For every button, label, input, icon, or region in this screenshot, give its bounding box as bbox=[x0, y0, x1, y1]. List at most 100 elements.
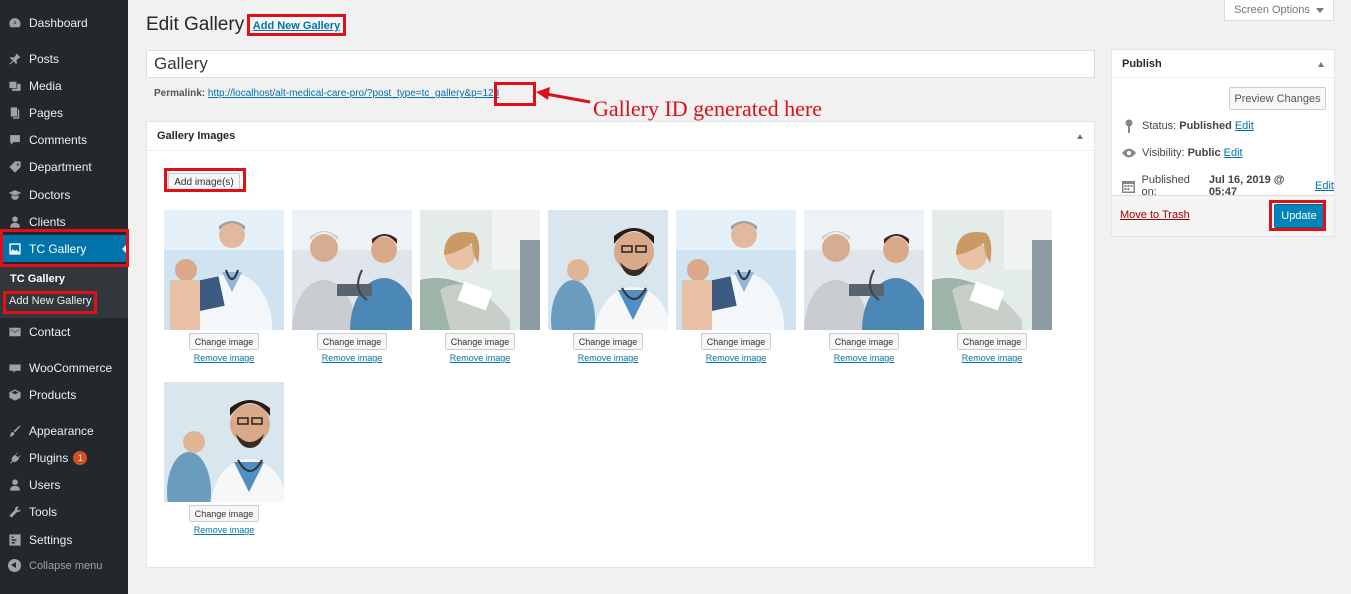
edit-visibility-link[interactable]: Edit bbox=[1224, 147, 1243, 159]
sidebar-item-department[interactable]: Department bbox=[0, 153, 128, 180]
collapse-menu-button[interactable]: Collapse menu bbox=[0, 552, 128, 579]
change-image-button[interactable]: Change image bbox=[189, 333, 259, 350]
change-image-button[interactable]: Change image bbox=[957, 333, 1027, 350]
page-title: Edit Gallery bbox=[146, 14, 245, 35]
sidebar-item-users[interactable]: Users bbox=[0, 471, 128, 498]
sidebar-item-comments[interactable]: Comments bbox=[0, 126, 128, 153]
pin-icon bbox=[8, 52, 22, 66]
post-title-input[interactable]: Gallery bbox=[146, 50, 1095, 78]
permalink-label: Permalink: bbox=[154, 88, 206, 99]
update-button[interactable]: Update bbox=[1274, 204, 1324, 228]
add-images-button[interactable]: Add image(s) bbox=[168, 173, 240, 191]
gallery-image-doctor-checking-blood-pressure bbox=[292, 210, 412, 330]
comment-icon bbox=[8, 133, 22, 147]
users-icon bbox=[8, 478, 22, 492]
plugins-update-badge: 1 bbox=[73, 450, 88, 465]
screen-options-button[interactable]: Screen Options bbox=[1224, 0, 1334, 21]
gallery-submenu: TC Gallery Add New Gallery bbox=[0, 265, 128, 318]
toggle-panel-icon[interactable] bbox=[1318, 62, 1324, 67]
status-value: Published bbox=[1179, 120, 1232, 132]
change-image-button[interactable]: Change image bbox=[573, 333, 643, 350]
change-image-button[interactable]: Change image bbox=[189, 505, 259, 522]
remove-image-link[interactable]: Remove image bbox=[804, 353, 924, 363]
status-row: Status: Published Edit bbox=[1122, 119, 1254, 133]
change-image-button[interactable]: Change image bbox=[701, 333, 771, 350]
gallery-image-smiling-doctor-with-stethoscope bbox=[548, 210, 668, 330]
sidebar-item-plugins[interactable]: Plugins 1 bbox=[0, 444, 128, 471]
publish-header[interactable]: Publish bbox=[1112, 50, 1334, 78]
add-new-gallery-button[interactable]: Add New Gallery bbox=[250, 17, 343, 35]
gallery-thumb: Change image Remove image bbox=[292, 210, 412, 363]
remove-image-link[interactable]: Remove image bbox=[164, 353, 284, 363]
change-image-button[interactable]: Change image bbox=[317, 333, 387, 350]
pin-icon bbox=[1122, 119, 1136, 133]
sidebar-item-dashboard[interactable]: Dashboard bbox=[0, 9, 128, 36]
sidebar-item-appearance[interactable]: Appearance bbox=[0, 417, 128, 444]
preview-changes-button[interactable]: Preview Changes bbox=[1229, 87, 1326, 110]
sidebar-item-products[interactable]: Products bbox=[0, 381, 128, 408]
eye-icon bbox=[1122, 148, 1136, 158]
move-to-trash-link[interactable]: Move to Trash bbox=[1120, 209, 1190, 221]
change-image-button[interactable]: Change image bbox=[445, 333, 515, 350]
plug-icon bbox=[8, 451, 22, 465]
gallery-image-doctor-with-clipboard bbox=[164, 210, 284, 330]
gallery-image-smiling-patient-in-dental-chair bbox=[420, 210, 540, 330]
annotation-arrow bbox=[536, 87, 591, 104]
box-icon bbox=[8, 388, 22, 402]
annotation-label: Gallery ID generated here bbox=[593, 96, 823, 121]
admin-sidebar: Dashboard Posts Media Pages Comments Dep… bbox=[0, 0, 128, 594]
gallery-image-smiling-doctor-with-stethoscope bbox=[164, 382, 284, 502]
publish-metabox: Publish Preview Changes Status: Publishe… bbox=[1111, 49, 1335, 237]
active-arrow bbox=[122, 243, 128, 255]
user-icon bbox=[8, 215, 22, 229]
tag-icon bbox=[8, 160, 22, 174]
visibility-row: Visibility: Public Edit bbox=[1122, 147, 1243, 159]
sidebar-item-media[interactable]: Media bbox=[0, 72, 128, 99]
gallery-images-header[interactable]: Gallery Images bbox=[147, 122, 1094, 151]
publish-actions: Move to Trash Update bbox=[1112, 195, 1334, 236]
visibility-value: Public bbox=[1187, 147, 1221, 159]
remove-image-link[interactable]: Remove image bbox=[932, 353, 1052, 363]
permalink-link[interactable]: http://localhost/alt-medical-care-pro/?p… bbox=[208, 88, 499, 99]
gallery-thumb: Change image Remove image bbox=[164, 382, 284, 535]
sidebar-item-doctors[interactable]: Doctors bbox=[0, 181, 128, 208]
calendar-icon bbox=[1122, 180, 1136, 193]
pages-icon bbox=[8, 106, 22, 120]
sidebar-item-tools[interactable]: Tools bbox=[0, 498, 128, 525]
gallery-thumb: Change image Remove image bbox=[804, 210, 924, 363]
gallery-thumb: Change image Remove image bbox=[548, 210, 668, 363]
toggle-panel-icon[interactable] bbox=[1077, 134, 1083, 139]
sidebar-item-woocommerce[interactable]: WooCommerce bbox=[0, 354, 128, 381]
remove-image-link[interactable]: Remove image bbox=[548, 353, 668, 363]
woo-icon bbox=[8, 361, 22, 375]
sidebar-item-tc-gallery[interactable]: TC Gallery bbox=[0, 235, 128, 262]
media-icon bbox=[8, 79, 22, 93]
caret-down-icon bbox=[1315, 7, 1324, 13]
gallery-thumb: Change image Remove image bbox=[164, 210, 284, 363]
remove-image-link[interactable]: Remove image bbox=[292, 353, 412, 363]
edit-status-link[interactable]: Edit bbox=[1235, 120, 1254, 132]
sidebar-item-pages[interactable]: Pages bbox=[0, 99, 128, 126]
sidebar-item-settings[interactable]: Settings bbox=[0, 526, 128, 553]
gallery-thumb: Change image Remove image bbox=[420, 210, 540, 363]
collapse-icon bbox=[8, 559, 21, 572]
dashboard-icon bbox=[8, 16, 22, 30]
sidebar-item-contact[interactable]: Contact bbox=[0, 318, 128, 345]
submenu-item-add-new-gallery[interactable]: Add New Gallery bbox=[9, 295, 92, 307]
wrench-icon bbox=[8, 505, 22, 519]
edit-date-link[interactable]: Edit bbox=[1315, 180, 1334, 192]
remove-image-link[interactable]: Remove image bbox=[676, 353, 796, 363]
permalink-row: Permalink: http://localhost/alt-medical-… bbox=[154, 88, 499, 99]
gallery-image-doctor-with-clipboard bbox=[676, 210, 796, 330]
change-image-button[interactable]: Change image bbox=[829, 333, 899, 350]
remove-image-link[interactable]: Remove image bbox=[420, 353, 540, 363]
gallery-thumb: Change image Remove image bbox=[676, 210, 796, 363]
envelope-icon bbox=[8, 325, 22, 339]
remove-image-link[interactable]: Remove image bbox=[164, 525, 284, 535]
gallery-thumb: Change image Remove image bbox=[932, 210, 1052, 363]
sidebar-item-clients[interactable]: Clients bbox=[0, 208, 128, 235]
mortarboard-icon bbox=[8, 188, 22, 202]
submenu-item-tc-gallery[interactable]: TC Gallery bbox=[10, 273, 65, 285]
sidebar-item-posts[interactable]: Posts bbox=[0, 45, 128, 72]
highlight-gallery-id bbox=[494, 82, 536, 106]
